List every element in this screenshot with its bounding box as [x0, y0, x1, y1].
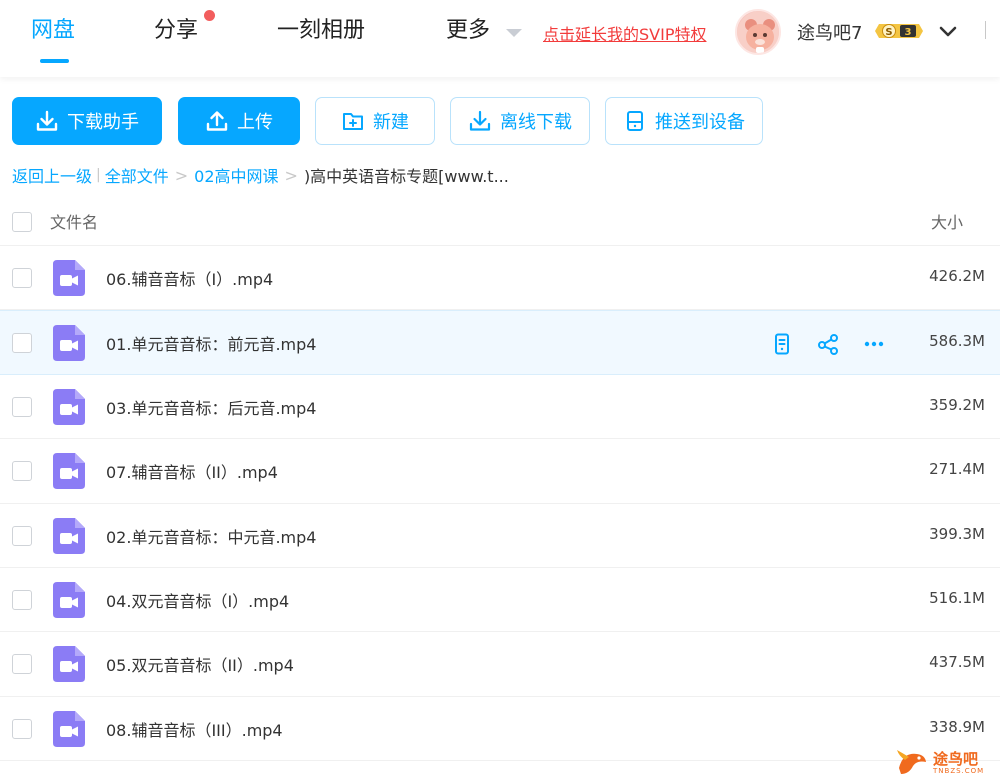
avatar[interactable]: [735, 9, 781, 55]
file-size: 359.2M: [929, 395, 985, 414]
download-helper-button[interactable]: 下载助手: [12, 97, 162, 145]
offline-download-label: 离线下载: [500, 112, 572, 133]
chevron-right-icon: >: [284, 165, 298, 185]
video-file-icon: [53, 646, 85, 683]
column-header-size[interactable]: 大小: [931, 209, 963, 233]
table-row[interactable]: 04.双元音音标（I）.mp4 516.1M: [0, 568, 1000, 633]
video-file-icon: [53, 260, 85, 296]
active-tab-indicator: [40, 59, 69, 63]
table-row[interactable]: 02.单元音音标：中元音.mp4 399.3M: [0, 504, 1000, 568]
tab-album[interactable]: 一刻相册: [277, 16, 365, 46]
notification-dot: [204, 10, 215, 21]
svg-text:3: 3: [905, 27, 912, 38]
file-name[interactable]: 08.辅音音标（III）.mp4: [106, 717, 283, 741]
file-size: 516.1M: [929, 588, 985, 607]
top-nav: 网盘 分享 一刻相册 更多 点击延长我的SVIP特权 途鸟吧7 S 3: [0, 0, 1000, 77]
file-name[interactable]: 04.双元音音标（I）.mp4: [106, 588, 289, 612]
row-actions: [770, 332, 886, 356]
new-folder-label: 新建: [373, 112, 409, 133]
table-row[interactable]: 05.双元音音标（II）.mp4 437.5M: [0, 632, 1000, 697]
file-name[interactable]: 01.单元音音标：前元音.mp4: [106, 331, 316, 355]
tab-netdisk[interactable]: 网盘: [31, 16, 75, 46]
column-header-name[interactable]: 文件名: [50, 209, 98, 233]
username[interactable]: 途鸟吧7: [797, 19, 862, 45]
video-file-icon: [53, 388, 85, 425]
row-checkbox[interactable]: [12, 718, 32, 739]
row-checkbox[interactable]: [12, 461, 32, 482]
chevron-right-icon: >: [174, 165, 189, 185]
file-name[interactable]: 06.辅音音标（I）.mp4: [106, 266, 273, 290]
more-options-icon[interactable]: [862, 332, 886, 356]
row-checkbox[interactable]: [12, 268, 32, 288]
table-row[interactable]: 07.辅音音标（II）.mp4 271.4M: [0, 439, 1000, 504]
vip-badge-icon: S 3: [875, 24, 923, 38]
upload-icon: [206, 111, 228, 131]
file-list: 06.辅音音标（I）.mp4 426.2M 01.单元音音标：前元音.mp4 5…: [0, 246, 1000, 762]
watermark-text: 途鸟吧: [933, 750, 979, 768]
share-icon[interactable]: [816, 332, 840, 356]
file-name[interactable]: 07.辅音音标（II）.mp4: [106, 459, 278, 483]
push-device-icon[interactable]: [770, 332, 794, 356]
breadcrumb-back[interactable]: 返回上一级: [12, 163, 92, 187]
file-name[interactable]: 02.单元音音标：中元音.mp4: [106, 524, 316, 548]
file-name[interactable]: 05.双元音音标（II）.mp4: [106, 652, 294, 676]
video-file-icon: [53, 517, 85, 554]
row-checkbox[interactable]: [12, 525, 32, 546]
video-file-icon: [53, 453, 85, 490]
video-file-icon: [53, 581, 85, 618]
breadcrumb-divider: |: [96, 167, 101, 183]
breadcrumb: 返回上一级 | 全部文件 > 02高中网课 > )高中英语音标专题[www.t.…: [12, 163, 509, 187]
tab-more[interactable]: 更多: [446, 16, 490, 46]
breadcrumb-folder[interactable]: 02高中网课: [194, 163, 278, 187]
file-size: 338.9M: [929, 717, 985, 736]
breadcrumb-current: )高中英语音标专题[www.t...: [303, 167, 509, 186]
row-checkbox[interactable]: [12, 654, 32, 675]
push-to-device-label: 推送到设备: [655, 112, 745, 133]
bird-logo-icon: [897, 750, 926, 774]
video-file-icon: [53, 325, 85, 362]
file-name[interactable]: 03.单元音音标：后元音.mp4: [106, 395, 316, 419]
new-folder-button[interactable]: 新建: [315, 97, 435, 145]
table-row[interactable]: 03.单元音音标：后元音.mp4 359.2M: [0, 375, 1000, 440]
video-file-icon: [53, 710, 85, 747]
download-icon: [36, 110, 58, 131]
select-all-checkbox[interactable]: [12, 212, 32, 232]
push-to-device-button[interactable]: 推送到设备: [605, 97, 763, 145]
row-checkbox[interactable]: [12, 333, 32, 354]
watermark: 途鸟吧 TNBZS.COM: [895, 746, 995, 780]
device-icon: [627, 111, 643, 131]
svg-text:S: S: [885, 27, 892, 38]
new-folder-icon: [343, 113, 363, 130]
table-row[interactable]: 06.辅音音标（I）.mp4 426.2M: [0, 246, 1000, 311]
download-helper-label: 下载助手: [67, 112, 139, 133]
offline-download-button[interactable]: 离线下载: [450, 97, 590, 145]
svip-renew-link[interactable]: 点击延长我的SVIP特权: [543, 21, 706, 45]
tab-share[interactable]: 分享: [154, 16, 198, 46]
file-size: 586.3M: [929, 332, 985, 351]
table-row[interactable]: 08.辅音音标（III）.mp4 338.9M: [0, 697, 1000, 762]
file-table-header: 文件名 大小: [0, 198, 1000, 246]
table-row[interactable]: 01.单元音音标：前元音.mp4 586.3M: [0, 310, 1000, 375]
more-caret-icon[interactable]: [506, 29, 522, 37]
breadcrumb-all-files[interactable]: 全部文件: [105, 163, 169, 187]
file-size: 426.2M: [929, 267, 985, 285]
file-size: 437.5M: [929, 653, 985, 672]
row-checkbox[interactable]: [12, 589, 32, 610]
file-size: 399.3M: [929, 524, 985, 543]
nav-divider: [985, 21, 986, 39]
upload-label: 上传: [237, 112, 273, 133]
watermark-subtext: TNBZS.COM: [933, 767, 985, 775]
file-size: 271.4M: [929, 460, 985, 479]
chevron-down-icon[interactable]: [938, 21, 958, 41]
offline-download-icon: [469, 110, 491, 131]
upload-button[interactable]: 上传: [178, 97, 300, 145]
row-checkbox[interactable]: [12, 396, 32, 417]
